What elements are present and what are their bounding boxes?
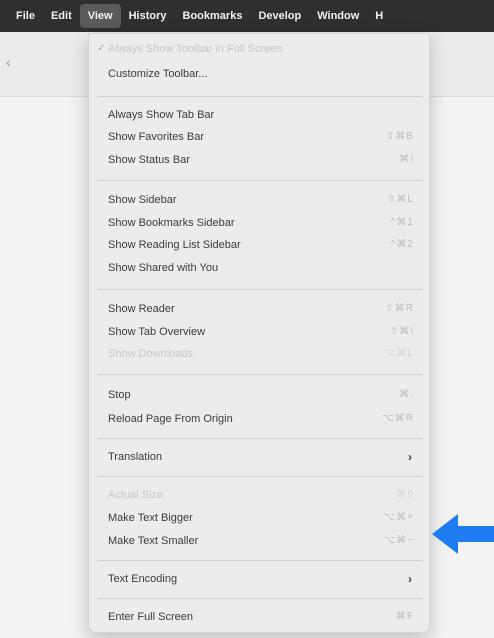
menu-item-shortcut: ⇧⌘B [385,131,414,142]
menu-item-label: Show Favorites Bar [108,131,204,143]
menu-item-label: Make Text Smaller [108,535,199,547]
menu-item-always-show-tab-bar[interactable]: Always Show Tab Bar [108,104,414,126]
menu-separator [97,96,423,97]
menu-item-shortcut: ⌥⌘R [382,413,414,424]
menu-item-shortcut: ⇧⌘L [387,194,414,205]
menu-item-label: Customize Toolbar... [108,68,208,80]
menu-separator [97,598,423,599]
menu-item-show-sidebar[interactable]: Show Sidebar ⇧⌘L [108,189,414,211]
menu-window[interactable]: Window [309,4,367,28]
menu-item-text-encoding[interactable]: Text Encoding › [108,568,414,590]
submenu-arrow-icon: › [408,450,412,464]
menu-item-label: Show Sidebar [108,194,177,206]
menu-item-label: Show Reader [108,303,175,315]
menu-item-show-reading-list-sidebar[interactable]: Show Reading List Sidebar ^⌘2 [108,234,414,256]
view-menu-dropdown: ✓ Always Show Toolbar in Full Screen Cus… [88,33,430,633]
menu-separator [97,476,423,477]
menu-item-show-bookmarks-sidebar[interactable]: Show Bookmarks Sidebar ^⌘1 [108,212,414,234]
menu-item-customize-toolbar[interactable]: Customize Toolbar... [108,63,414,85]
menu-help[interactable]: H [367,4,391,28]
menu-item-actual-size: Actual Size ⌘0 [108,484,414,506]
menu-view[interactable]: View [79,4,121,28]
menu-item-label: Show Shared with You [108,262,219,274]
menu-item-label: Text Encoding [108,573,178,585]
menu-item-label: Show Tab Overview [108,326,206,338]
menu-item-shortcut: ⇧⌘\ [389,326,414,337]
menu-item-reload-page-from-origin[interactable]: Reload Page From Origin ⌥⌘R [108,408,414,430]
menu-item-label: Show Bookmarks Sidebar [108,217,235,229]
menu-develop[interactable]: Develop [250,4,309,28]
menu-file[interactable]: File [8,4,43,28]
menu-item-shortcut: ⇧⌘R [385,303,414,314]
menu-item-make-text-bigger[interactable]: Make Text Bigger ⌥⌘+ [108,507,414,529]
menu-item-shortcut: ⌘. [399,389,414,400]
menu-item-label: Make Text Bigger [108,512,193,524]
menu-item-show-favorites-bar[interactable]: Show Favorites Bar ⇧⌘B [108,126,414,148]
menu-item-stop[interactable]: Stop ⌘. [108,384,414,406]
menu-item-label: Actual Size [108,489,164,501]
annotation-arrow-icon [432,514,494,554]
menu-item-shortcut: ^⌘1 [390,217,414,228]
menu-separator [97,560,423,561]
menu-item-translation[interactable]: Translation › [108,446,414,468]
back-chevron-icon[interactable]: ‹ [6,54,11,70]
menu-item-label: Always Show Toolbar in Full Screen [108,43,283,55]
menu-bookmarks[interactable]: Bookmarks [175,4,251,28]
menu-item-show-status-bar[interactable]: Show Status Bar ⌘/ [108,149,414,171]
menu-item-always-show-toolbar: ✓ Always Show Toolbar in Full Screen [97,38,414,60]
menu-separator [97,180,423,181]
submenu-arrow-icon: › [408,572,412,586]
menu-edit[interactable]: Edit [43,4,80,28]
menu-item-show-shared-with-you[interactable]: Show Shared with You [108,257,414,279]
menu-separator [97,289,423,290]
menu-separator [97,438,423,439]
checkmark-icon: ✓ [97,43,106,54]
menu-item-show-reader[interactable]: Show Reader ⇧⌘R [108,298,414,320]
menu-item-label: Show Downloads [108,348,193,360]
menu-item-shortcut: ⌘0 [396,489,414,500]
menu-bar: File Edit View History Bookmarks Develop… [0,0,494,32]
menu-item-shortcut: ⌥⌘L [383,348,414,359]
menu-item-label: Show Status Bar [108,154,190,166]
menu-item-shortcut: ⌘/ [399,154,414,165]
menu-item-make-text-smaller[interactable]: Make Text Smaller ⌥⌘− [108,530,414,552]
menu-item-label: Enter Full Screen [108,611,193,623]
menu-item-label: Stop [108,389,131,401]
menu-item-shortcut: ⌥⌘− [383,535,414,546]
menu-separator [97,374,423,375]
menu-item-label: Show Reading List Sidebar [108,239,241,251]
menu-item-label: Translation [108,451,163,463]
menu-item-show-tab-overview[interactable]: Show Tab Overview ⇧⌘\ [108,321,414,343]
menu-item-show-downloads: Show Downloads ⌥⌘L [108,343,414,365]
menu-item-label: Reload Page From Origin [108,413,233,425]
menu-item-label: Always Show Tab Bar [108,109,215,121]
menu-item-enter-full-screen[interactable]: Enter Full Screen ⌘F [108,606,414,628]
menu-history[interactable]: History [121,4,175,28]
menu-item-shortcut: ⌥⌘+ [383,512,414,523]
menu-item-shortcut: ⌘F [395,611,414,622]
menu-item-shortcut: ^⌘2 [390,239,414,250]
